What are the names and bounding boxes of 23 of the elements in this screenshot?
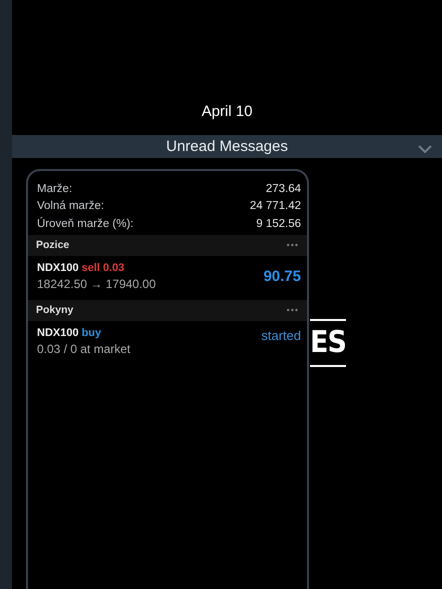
account-value: 273.64 <box>266 182 301 195</box>
account-label: Marže: <box>37 182 72 195</box>
section-title: Pokyny <box>36 304 74 316</box>
screenshot-image[interactable]: Marže: 273.64 Volná marže: 24 771.42 Úroveň marže (%): 9 152.56 Pozice ••• NDX100 sell 0.03 18242.50 → 17940.00 90.75 Pokyny ••• NDX100 buy 0.03 / 0 at market started <box>26 169 309 589</box>
unread-messages-bar[interactable]: Unread Messages <box>12 135 442 158</box>
trade-side: sell 0.03 <box>82 262 124 274</box>
background-text: ES <box>310 319 346 367</box>
chevron-icon[interactable] <box>418 144 432 154</box>
section-title: Pozice <box>36 239 70 251</box>
profit-value: 90.75 <box>263 268 301 284</box>
order-status: started <box>261 328 301 342</box>
more-icon[interactable]: ••• <box>286 305 299 315</box>
account-label: Volná marže: <box>37 200 104 212</box>
trade-detail: 0.03 / 0 at market <box>37 342 130 356</box>
date-label: April 10 <box>202 103 252 120</box>
trade-side: buy <box>82 326 102 338</box>
account-label: Úroveň marže (%): <box>37 218 134 230</box>
symbol-label: NDX100 <box>37 262 79 274</box>
trade-detail: 18242.50 → 17940.00 <box>37 276 156 290</box>
symbol-label: NDX100 <box>37 326 79 338</box>
more-icon[interactable]: ••• <box>286 240 299 250</box>
account-value: 9 152.56 <box>256 218 301 230</box>
account-value: 24 771.42 <box>250 200 301 212</box>
